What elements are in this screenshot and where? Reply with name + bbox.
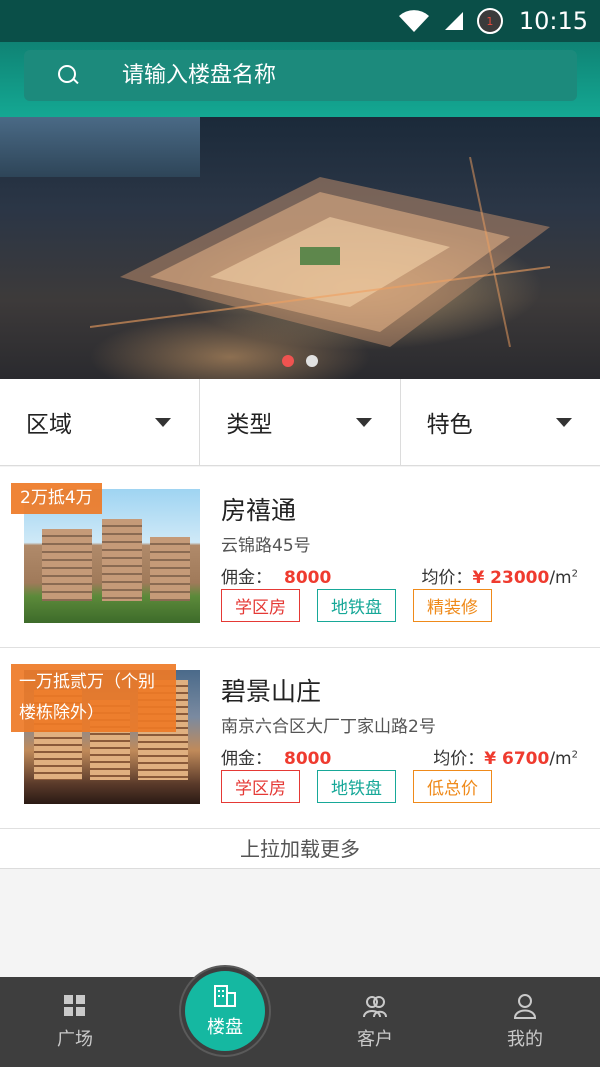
load-more[interactable]: 上拉加载更多	[0, 829, 600, 869]
tag: 地铁盘	[317, 770, 396, 803]
building-graphic	[150, 537, 190, 601]
commission-value: 8000	[284, 749, 332, 769]
nav-item-properties[interactable]: 楼盘	[181, 967, 269, 1055]
filter-type[interactable]: 类型	[200, 379, 401, 465]
property-list: 2万抵4万 房禧通 云锦路45号 佣金： 8000 均价：¥ 23000/m2 学…	[0, 467, 600, 869]
nav-label: 广场	[57, 1029, 93, 1050]
nav-item-me[interactable]: 我的	[450, 977, 600, 1067]
filter-region[interactable]: 区域	[0, 379, 201, 465]
tag-group: 学区房 地铁盘 低总价	[221, 770, 492, 803]
price-unit-sup: 2	[571, 568, 578, 580]
carousel-dot-1[interactable]	[282, 355, 294, 367]
property-address: 南京六合区大厂丁家山路2号	[221, 717, 436, 737]
promo-badge: 2万抵4万	[11, 483, 102, 514]
users-icon	[363, 996, 387, 1018]
status-icons: 1 10:15	[397, 6, 588, 36]
caret-down-icon	[355, 417, 372, 427]
nav-item-clients[interactable]: 客户	[300, 977, 450, 1067]
filter-bar: 区域 类型 特色	[0, 379, 600, 466]
person-icon	[513, 994, 537, 1019]
property-address: 云锦路45号	[221, 536, 311, 556]
nav-item-properties-wrap: 楼盘	[150, 967, 300, 1067]
wifi-icon	[398, 10, 429, 32]
building-graphic	[42, 529, 92, 601]
building-icon	[214, 985, 236, 1007]
filter-label: 区域	[26, 412, 72, 438]
filter-label: 类型	[226, 412, 273, 438]
avg-price-label: 均价：	[421, 568, 473, 588]
promo-badge: 一万抵贰万（个别楼栋除外）	[11, 664, 176, 732]
property-title: 房禧通	[221, 496, 297, 525]
search-input[interactable]	[122, 63, 542, 88]
price-unit: /m	[549, 749, 572, 769]
caret-down-icon	[155, 417, 172, 427]
commission: 佣金： 8000	[221, 744, 331, 769]
nav-label: 楼盘	[207, 1017, 243, 1038]
property-title: 碧景山庄	[221, 677, 322, 706]
commission-label: 佣金：	[221, 568, 272, 588]
average-price: 均价：¥ 6700/m2	[433, 744, 578, 769]
avg-price-value: ¥ 23000	[472, 568, 550, 588]
filter-feature[interactable]: 特色	[401, 379, 600, 465]
price-unit: /m	[549, 568, 572, 588]
nav-label: 客户	[357, 1029, 393, 1050]
commission-label: 佣金：	[221, 749, 272, 769]
tag: 地铁盘	[317, 589, 396, 622]
clock: 10:15	[518, 7, 588, 35]
banner-carousel[interactable]	[0, 117, 600, 379]
list-item[interactable]: 一万抵贰万（个别楼栋除外） 碧景山庄 南京六合区大厂丁家山路2号 佣金： 8000…	[0, 648, 600, 829]
commission: 佣金： 8000	[221, 563, 331, 588]
banner-image	[90, 157, 550, 347]
commission-value: 8000	[284, 568, 332, 588]
search-icon	[58, 64, 80, 87]
tag-group: 学区房 地铁盘 精装修	[221, 589, 492, 622]
average-price: 均价：¥ 23000/m2	[421, 563, 578, 588]
signal-icon	[444, 12, 463, 30]
avg-price-value: ¥ 6700	[484, 749, 550, 769]
status-bar: 1 10:15	[0, 0, 600, 42]
carousel-dots	[0, 355, 600, 367]
nav-item-square[interactable]: 广场	[0, 977, 150, 1067]
carousel-dot-2[interactable]	[306, 355, 318, 367]
nav-label: 我的	[507, 1029, 543, 1050]
grid-icon	[64, 995, 85, 1016]
notification-icon: 1	[476, 8, 503, 34]
price-unit-sup: 2	[571, 749, 578, 761]
tag: 学区房	[221, 589, 300, 622]
tag: 学区房	[221, 770, 300, 803]
tag: 精装修	[413, 589, 492, 622]
header: 1 10:15	[0, 0, 600, 117]
avg-price-label: 均价：	[433, 749, 485, 769]
search-bar[interactable]	[24, 50, 577, 101]
building-graphic	[102, 519, 142, 601]
caret-down-icon	[555, 417, 572, 427]
tag: 低总价	[413, 770, 492, 803]
list-item[interactable]: 2万抵4万 房禧通 云锦路45号 佣金： 8000 均价：¥ 23000/m2 学…	[0, 467, 600, 648]
filter-label: 特色	[426, 412, 473, 438]
bottom-nav: 广场 楼盘 客户 我的	[0, 967, 600, 1067]
